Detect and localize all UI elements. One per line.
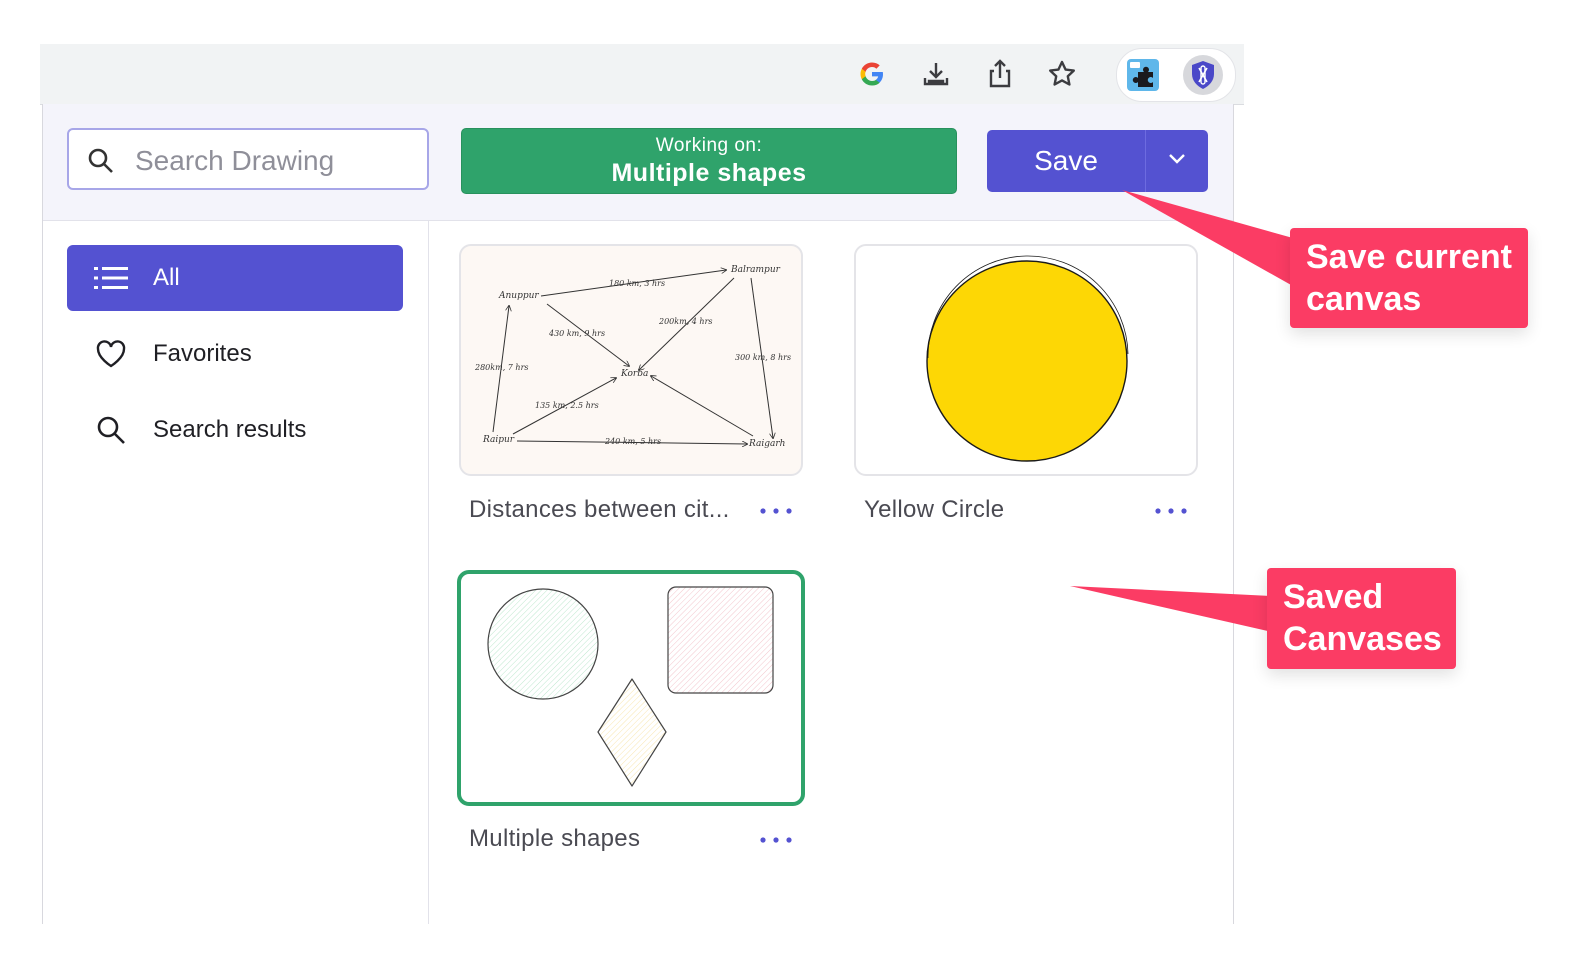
callout-save-current-canvas: Save current canvas bbox=[1290, 228, 1528, 328]
callout-line: Saved bbox=[1283, 578, 1384, 616]
callout-line: Save current bbox=[1306, 238, 1512, 276]
callout-line: Canvases bbox=[1283, 620, 1442, 658]
callout-pointers bbox=[1070, 190, 1300, 632]
callout-saved-canvases: Saved Canvases bbox=[1267, 568, 1456, 669]
callout-line: canvas bbox=[1306, 280, 1422, 318]
